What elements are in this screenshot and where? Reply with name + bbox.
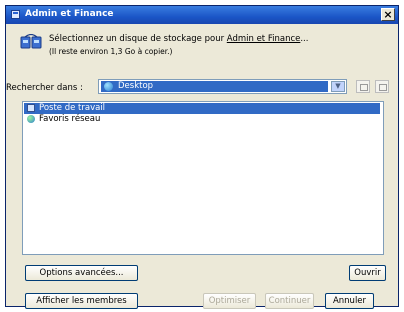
- up-folder-icon: [360, 84, 368, 91]
- cancel-button[interactable]: Annuler: [325, 293, 374, 309]
- optimize-button[interactable]: Optimiser: [203, 293, 256, 309]
- new-folder-icon: [379, 84, 387, 91]
- up-folder-button[interactable]: [356, 80, 370, 93]
- new-folder-button[interactable]: [375, 80, 389, 93]
- dropdown-arrow-icon[interactable]: ▼: [331, 81, 345, 92]
- window-title: Admin et Finance: [25, 9, 114, 19]
- lookin-value: Desktop: [118, 81, 154, 91]
- header-prompt-suffix: ...: [300, 34, 309, 44]
- header-prompt: Sélectionnez un disque de stockage pour …: [49, 34, 308, 44]
- list-item-label: Poste de travail: [39, 103, 106, 113]
- lookin-selected-value: Desktop: [101, 81, 328, 92]
- storage-disk-icon: [20, 34, 42, 49]
- show-members-button[interactable]: Afficher les membres: [25, 293, 138, 309]
- list-item-poste-de-travail[interactable]: Poste de travail: [24, 103, 380, 114]
- close-button[interactable]: ×: [381, 8, 395, 21]
- desktop-icon: [104, 82, 113, 91]
- dialog-window: Admin et Finance × Sélectionnez un disqu…: [5, 5, 399, 309]
- advanced-options-button[interactable]: Options avancées...: [25, 265, 138, 281]
- app-icon: [11, 10, 20, 19]
- header-prompt-prefix: Sélectionnez un disque de stockage pour: [49, 34, 227, 44]
- title-bar[interactable]: Admin et Finance ×: [6, 6, 398, 24]
- header-subtext: (Il reste environ 1,3 Go à copier.): [49, 47, 173, 56]
- location-list[interactable]: Poste de travail Favoris réseau: [22, 101, 384, 255]
- network-icon: [27, 115, 35, 123]
- lookin-label: Rechercher dans :: [6, 83, 83, 93]
- computer-icon: [27, 104, 35, 112]
- destination-link[interactable]: Admin et Finance: [227, 34, 301, 44]
- continue-button[interactable]: Continuer: [265, 293, 314, 309]
- lookin-dropdown[interactable]: Desktop ▼: [98, 79, 347, 94]
- list-item-label: Favoris réseau: [39, 114, 101, 124]
- list-item-favoris-reseau[interactable]: Favoris réseau: [24, 114, 380, 125]
- open-button[interactable]: Ouvrir: [349, 265, 386, 281]
